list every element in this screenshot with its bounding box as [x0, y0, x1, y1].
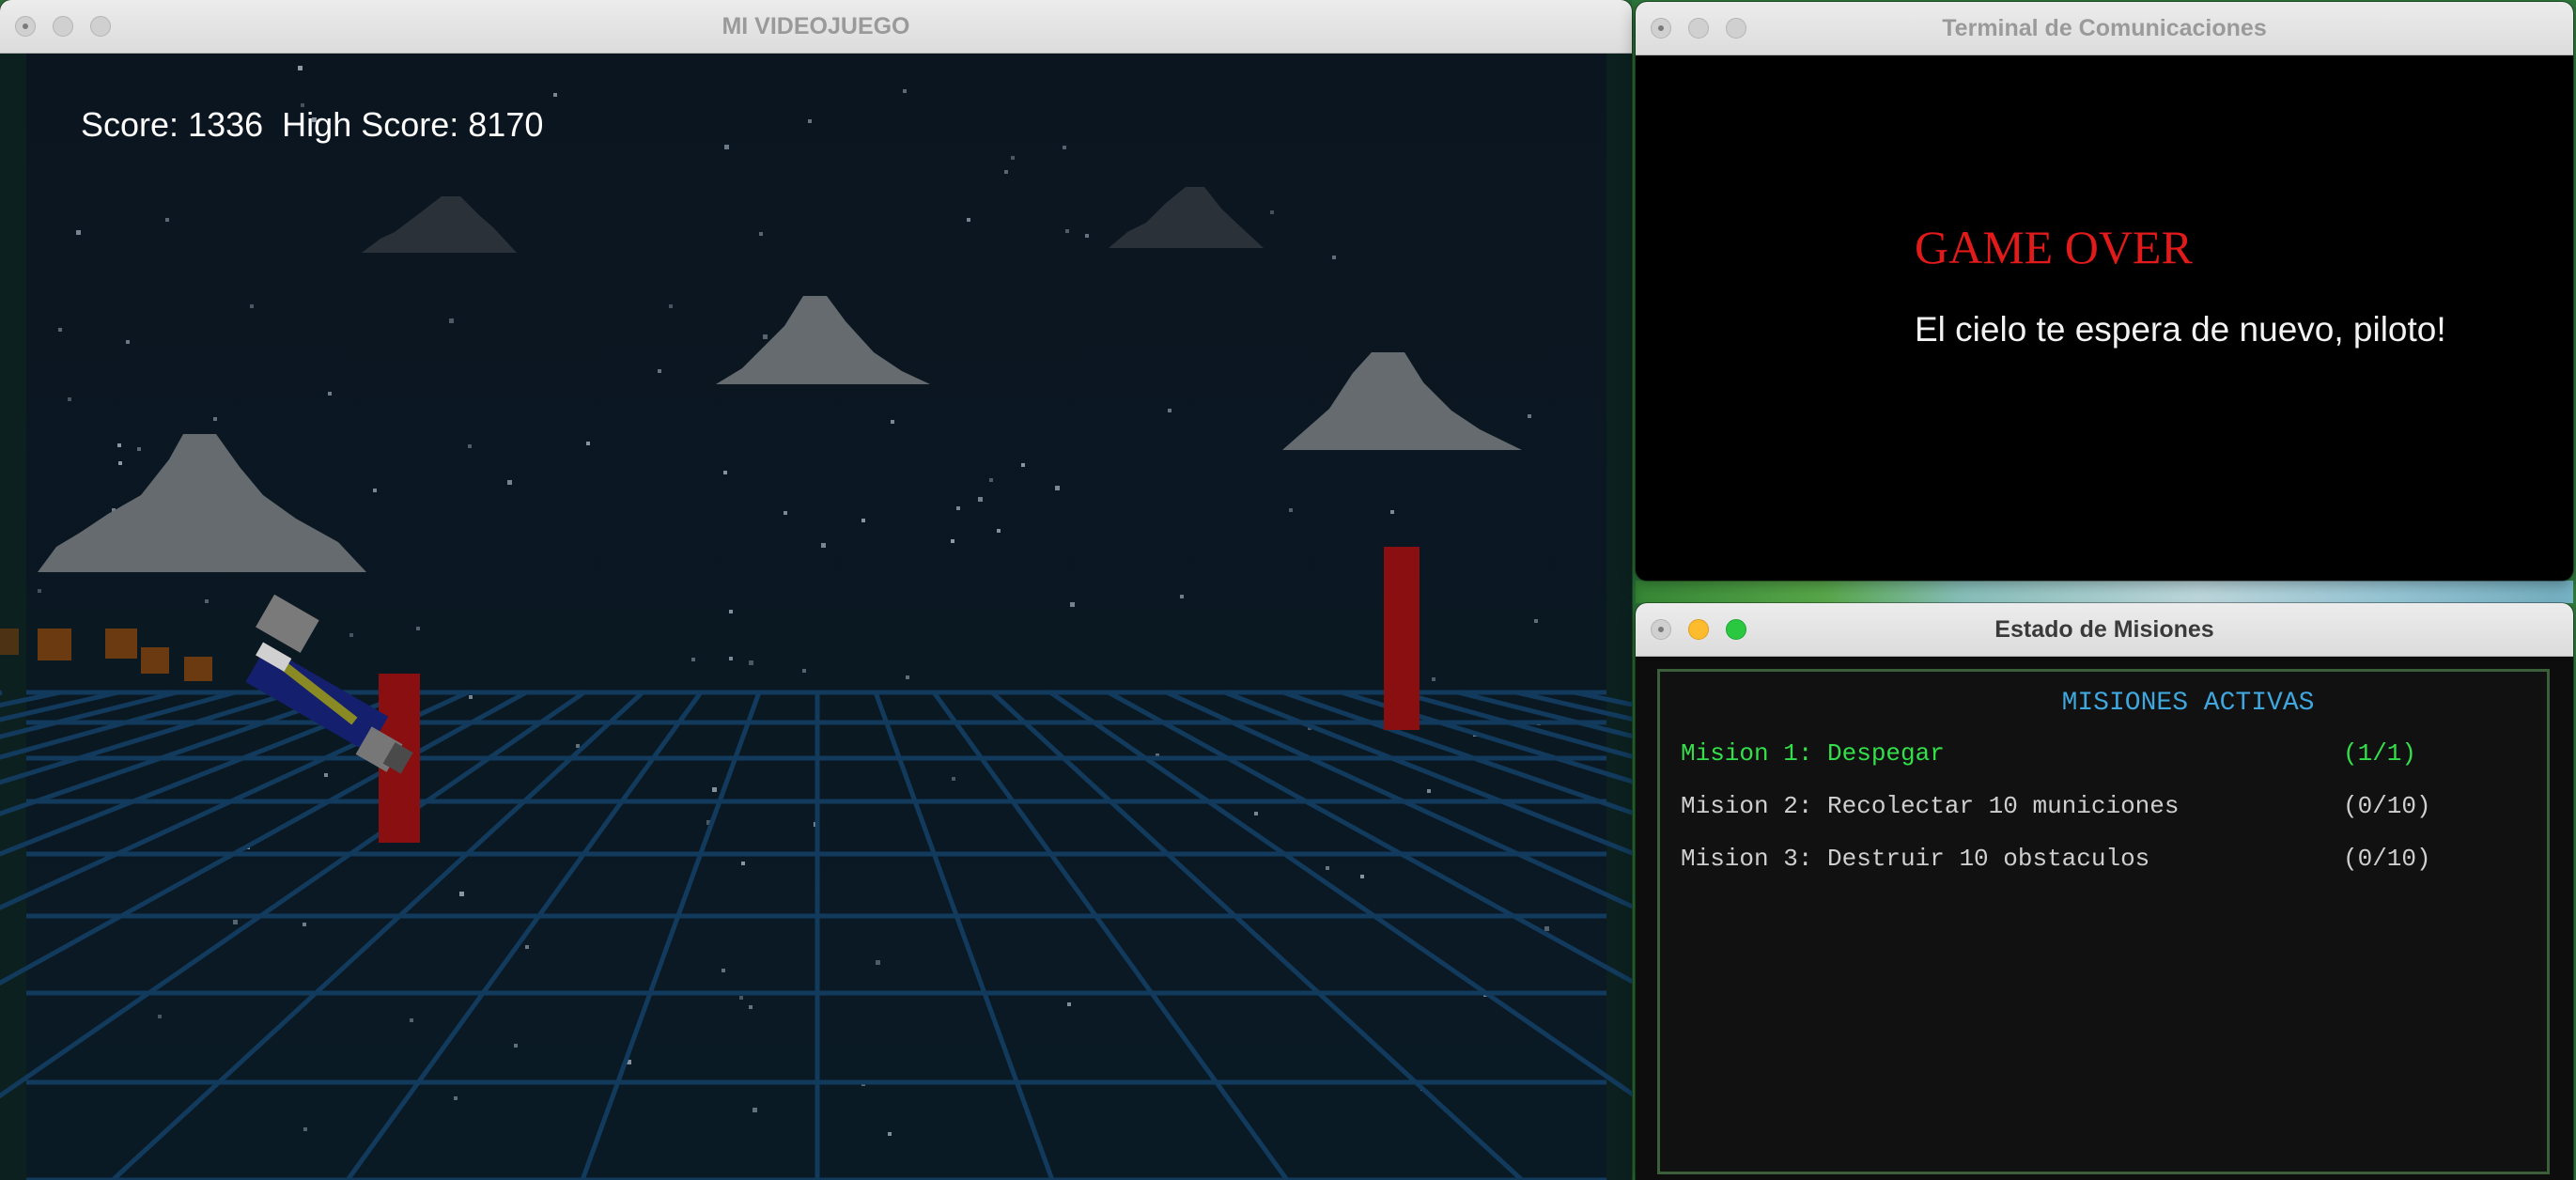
high-score-label: High Score: — [282, 105, 459, 144]
score-display: Score: 1336 High Score: 8170 — [81, 105, 543, 145]
mission-item: Mision 3: Destruir 10 obstaculos (0/10) — [1681, 845, 2547, 882]
obstacle — [1384, 547, 1420, 730]
mission-label: Mision 3: Destruir 10 obstaculos — [1681, 845, 2150, 873]
mission-progress: (0/10) — [2343, 792, 2431, 820]
missions-window: Estado de Misiones MISIONES ACTIVAS Misi… — [1636, 603, 2573, 1180]
score-value: 1336 — [188, 105, 264, 144]
mission-item: Mision 2: Recolectar 10 municiones (0/10… — [1681, 792, 2547, 830]
mission-progress: (0/10) — [2343, 845, 2431, 873]
window-title: Terminal de Comunicaciones — [1942, 15, 2267, 41]
game-over-message: El cielo te espera de nuevo, piloto! — [1915, 310, 2446, 349]
score-label: Score: — [81, 105, 179, 144]
game-over-title: GAME OVER — [1915, 221, 2193, 273]
game-window: MI VIDEOJUEGO Score: 1336 High Score: 81… — [0, 0, 1632, 1180]
terminal-window: Terminal de Comunicaciones GAME OVER El … — [1636, 2, 2573, 581]
mission-item: Mision 1: Despegar (1/1) — [1681, 739, 2547, 777]
high-score-value: 8170 — [468, 105, 544, 144]
window-title: Estado de Misiones — [1994, 616, 2214, 643]
window-title: MI VIDEOJUEGO — [722, 13, 910, 39]
mission-label: Mision 2: Recolectar 10 municiones — [1681, 792, 2180, 820]
game-titlebar: MI VIDEOJUEGO — [0, 0, 1632, 54]
terminal-titlebar: Terminal de Comunicaciones — [1636, 2, 2573, 55]
left-edge — [0, 54, 26, 1180]
missions-titlebar: Estado de Misiones — [1636, 603, 2573, 657]
right-edge — [1606, 54, 1632, 1180]
missions-heading: MISIONES ACTIVAS — [2061, 689, 2315, 718]
mission-progress: (1/1) — [2343, 739, 2417, 768]
game-canvas[interactable] — [0, 54, 1632, 1180]
missions-panel: MISIONES ACTIVAS Mision 1: Despegar (1/1… — [1657, 669, 2550, 1174]
mission-label: Mision 1: Despegar — [1681, 739, 1945, 768]
desktop-wallpaper-strip — [1636, 581, 2573, 603]
